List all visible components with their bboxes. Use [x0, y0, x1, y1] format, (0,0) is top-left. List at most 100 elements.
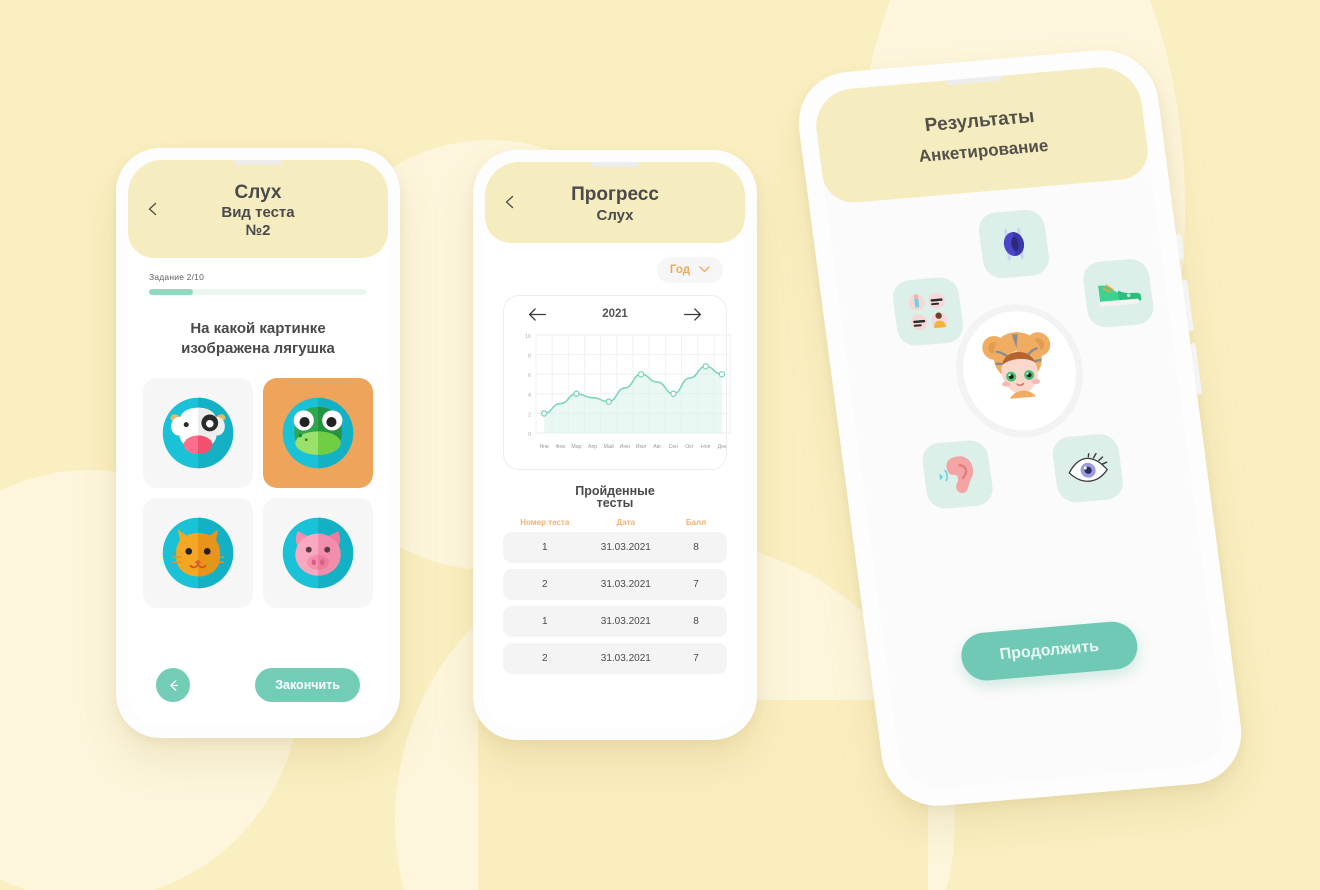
- tests-table-title-line2: тесты: [596, 495, 634, 510]
- chart-y-tick: 2: [528, 412, 531, 418]
- table-row[interactable]: 2 31.03.2021 7: [503, 642, 727, 674]
- chart-data-point: [605, 398, 613, 405]
- table-cell: 7: [693, 578, 699, 590]
- chevron-left-icon[interactable]: [503, 195, 517, 209]
- screen-test: Слух Вид теста №2 Задание 2/10 На какой …: [128, 160, 388, 726]
- table-cell: 31.03.2021: [600, 615, 651, 627]
- brain-icon: [1003, 227, 1024, 261]
- arrow-left-icon: [169, 679, 178, 691]
- chart-x-tick: Июн: [620, 444, 631, 450]
- continue-button[interactable]: Продолжить: [958, 619, 1140, 683]
- chart-y-tick: 0: [528, 432, 531, 438]
- answer-option-cat[interactable]: [143, 498, 253, 609]
- table-cell: 31.03.2021: [600, 578, 651, 590]
- frog-icon: [282, 398, 354, 469]
- table-row[interactable]: 1 31.03.2021 8: [503, 605, 727, 637]
- screen-progress: Прогресс Слух Год 2021 0 2 4 6 8 10 Янв Фев Мар А…: [485, 162, 745, 728]
- test-number: №2: [245, 222, 271, 240]
- answer-option-pig[interactable]: [263, 498, 373, 609]
- speech-icon: [908, 292, 948, 330]
- progress-section: Задание 2/10: [128, 258, 388, 295]
- progress-header: Прогресс Слух: [485, 162, 745, 243]
- previous-question-button[interactable]: [156, 668, 190, 702]
- category-shoe[interactable]: [1080, 257, 1156, 329]
- child-avatar: [955, 306, 1084, 435]
- table-cell: 1: [542, 541, 548, 553]
- screen-results: Результаты Анкетирование Продолжить: [811, 64, 1229, 792]
- period-dropdown[interactable]: Год: [656, 256, 723, 283]
- chart-y-tick: 4: [528, 393, 531, 399]
- table-cell: 7: [693, 652, 699, 664]
- test-subtitle: Вид теста: [221, 204, 295, 222]
- phone-mockup-test: Слух Вид теста №2 Задание 2/10 На какой …: [116, 148, 400, 738]
- progress-chart-card: 2021 0 2 4 6 8 10 Янв Фев Мар Апр Май Июн Июл Авг Сен О…: [503, 294, 731, 470]
- results-footer: Продолжить: [884, 613, 1215, 688]
- table-cell: 31.03.2021: [600, 652, 651, 664]
- answer-option-cow[interactable]: [143, 378, 253, 489]
- table-row[interactable]: 2 31.03.2021 7: [503, 568, 727, 600]
- category-speech[interactable]: [890, 275, 966, 347]
- results-header: Результаты Анкетирование: [811, 64, 1152, 205]
- chart-data-point: [573, 390, 580, 397]
- chart-x-tick: Фев: [555, 444, 565, 450]
- eye-icon: [1068, 451, 1108, 482]
- cow-icon: [162, 398, 234, 469]
- table-cell: 8: [693, 541, 699, 553]
- chart-x-tick: Ноя: [701, 444, 711, 450]
- chevron-left-icon[interactable]: [146, 202, 160, 216]
- chart-x-tick: Апр: [588, 444, 597, 450]
- line-chart: 0 2 4 6 8 10 Янв Фев Мар Апр Май Июн Июл Авг Сен Окт Ноя…: [514, 327, 731, 455]
- chart-data-point: [540, 409, 548, 417]
- answer-options-grid: [143, 378, 373, 609]
- pig-icon: [282, 518, 354, 589]
- chart-x-tick: Дек: [718, 444, 727, 450]
- chart-year-nav: 2021: [514, 308, 716, 327]
- finish-button[interactable]: Закончить: [255, 668, 360, 702]
- table-cell: 8: [693, 615, 699, 627]
- table-cell: 31.03.2021: [600, 541, 651, 553]
- category-icons-field: [829, 199, 1197, 554]
- ear-icon: [939, 455, 974, 493]
- tests-table-body: 1 31.03.2021 8 2 31.03.2021 7 1 31.03.2021 8 2 31.…: [503, 531, 727, 674]
- shoe-icon: [1098, 284, 1143, 307]
- chart-y-tick: 10: [525, 334, 531, 340]
- tests-table-column-header: Дата: [616, 517, 636, 527]
- tests-table-column-header: Балл: [685, 517, 707, 527]
- chart-y-tick: 6: [528, 373, 531, 379]
- chart-data-point: [637, 370, 645, 378]
- table-cell: 1: [542, 615, 548, 627]
- progress-subtitle: Слух: [596, 206, 634, 224]
- tests-table-column-header: Номер теста: [520, 517, 570, 527]
- question-text: На какой картинке изображена лягушка: [181, 319, 335, 357]
- test-footer: Закончить: [128, 668, 388, 702]
- category-eye[interactable]: [1050, 432, 1126, 504]
- chart-data-point: [670, 390, 677, 397]
- task-counter: Задание 2/10: [149, 271, 205, 282]
- chart-x-tick: Авг: [653, 444, 661, 450]
- chart-data-point: [718, 370, 726, 378]
- chart-x-tick: Июл: [636, 444, 647, 450]
- category-brain[interactable]: [976, 208, 1052, 280]
- chart-x-tick: Май: [604, 443, 614, 450]
- progress-bar: [149, 288, 367, 295]
- answer-option-frog[interactable]: [263, 378, 373, 489]
- category-ear[interactable]: [920, 438, 995, 510]
- phone-mockup-progress: Прогресс Слух Год 2021 0 2 4 6 8 10 Янв Фев Мар А…: [473, 150, 757, 740]
- table-row[interactable]: 1 31.03.2021 8: [503, 531, 727, 563]
- chart-y-tick: 8: [528, 353, 531, 359]
- arrow-right-icon[interactable]: [683, 308, 702, 321]
- arrow-left-icon[interactable]: [528, 308, 547, 321]
- table-cell: 2: [542, 652, 548, 664]
- tests-table-header: Номер теста Дата Балл: [503, 518, 727, 532]
- tests-table-title: Пройденные тесты: [485, 485, 745, 510]
- period-dropdown-label: Год: [669, 263, 690, 276]
- period-selector-row: Год: [485, 243, 745, 283]
- progress-bar-fill: [149, 288, 193, 295]
- child-tiger-hat-avatar-icon: [982, 331, 1051, 399]
- chart-x-tick: Мар: [571, 444, 581, 450]
- chart-year-label: 2021: [602, 308, 628, 321]
- cat-icon: [162, 518, 234, 589]
- tests-table: Номер теста Дата Балл 1 31.03.2021 8 2 31.03.2…: [503, 518, 727, 674]
- chart-x-tick: Янв: [539, 444, 549, 450]
- chart-x-tick: Сен: [669, 444, 679, 450]
